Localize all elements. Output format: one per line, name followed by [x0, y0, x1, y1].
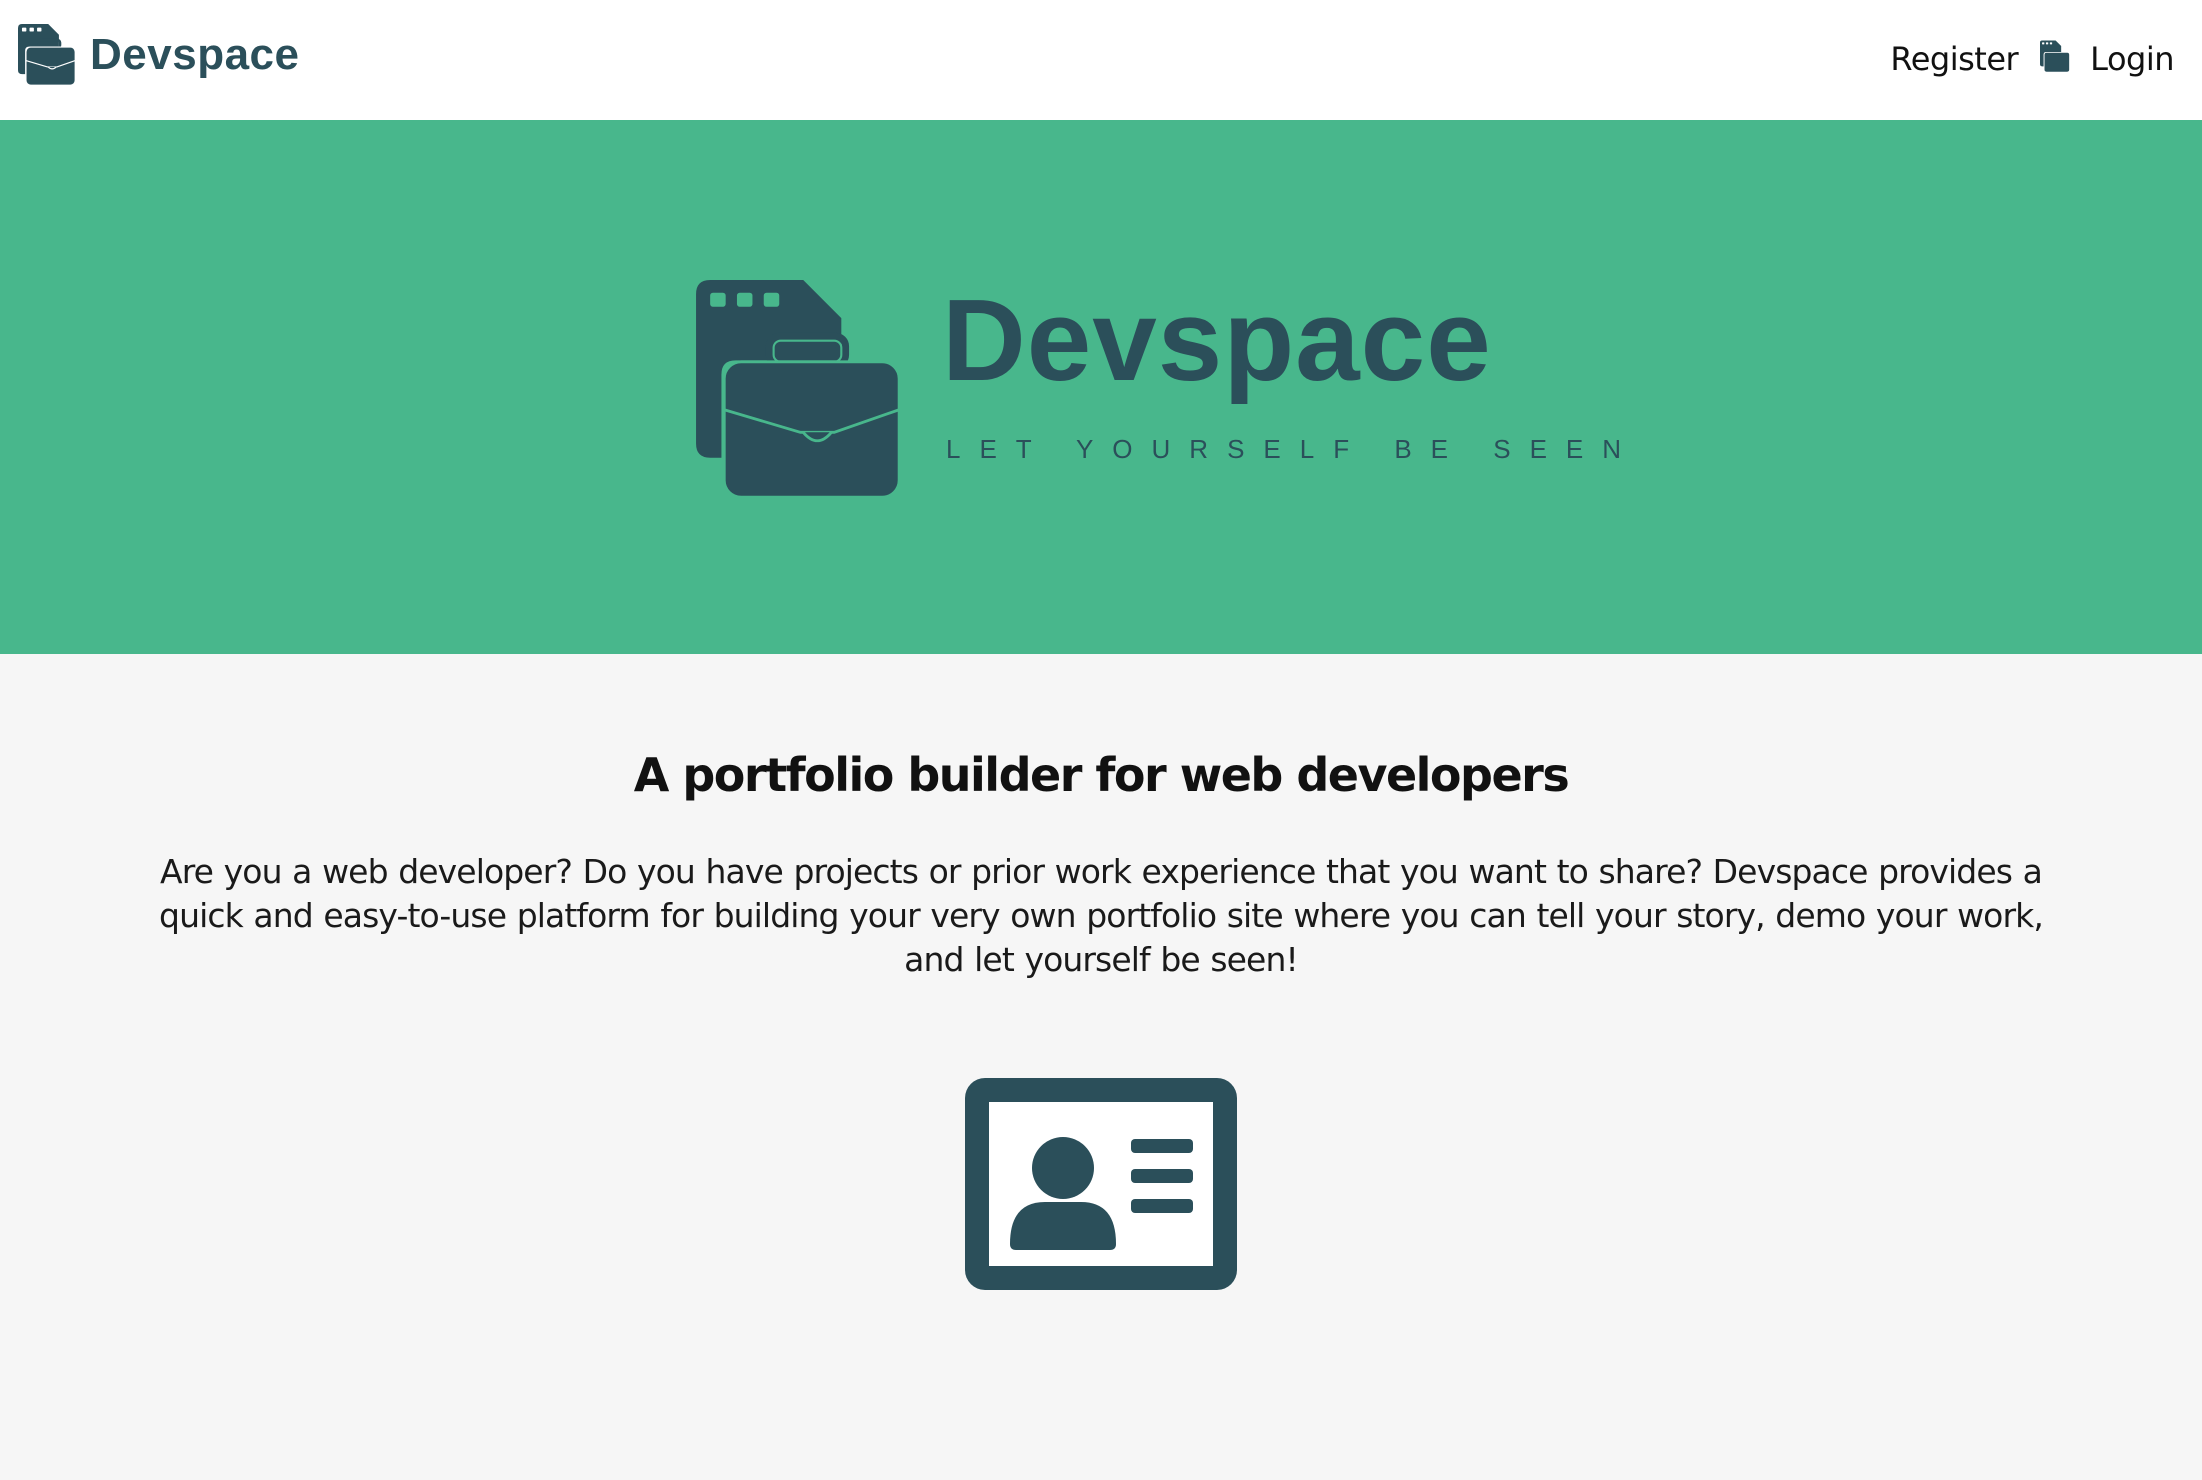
brand-home-link[interactable]: Devspace	[18, 24, 299, 86]
briefcase-window-icon	[2040, 40, 2071, 78]
register-link[interactable]: Register	[1890, 40, 2018, 78]
brand-name: Devspace	[90, 30, 300, 79]
hero-tagline: LET YOURSELF BE SEEN	[946, 434, 1641, 464]
nav-links: Register Login	[1890, 40, 2174, 78]
hero-banner: Devspace LET YOURSELF BE SEEN	[0, 120, 2202, 654]
page-headline: A portfolio builder for web developers	[633, 748, 1570, 802]
briefcase-window-icon	[696, 280, 902, 505]
page-description: Are you a web developer? Do you have pro…	[159, 852, 2044, 979]
main-content: A portfolio builder for web developers A…	[0, 654, 2202, 1480]
login-link[interactable]: Login	[2090, 40, 2174, 78]
briefcase-window-icon	[18, 24, 76, 86]
hero-title: Devspace	[942, 275, 1492, 405]
top-navbar: Devspace Register Login	[0, 0, 2202, 120]
id-card-icon	[965, 1078, 1237, 1290]
